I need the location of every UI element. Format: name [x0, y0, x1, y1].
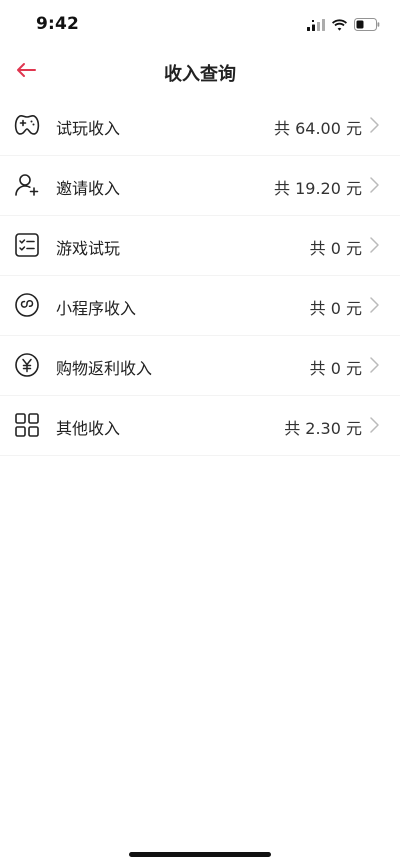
yuan-icon [14, 352, 40, 378]
income-item-label: 购物返利收入 [56, 359, 153, 378]
checklist-icon [14, 232, 40, 258]
gamepad-icon [14, 112, 40, 138]
chevron-right-icon [368, 237, 380, 253]
income-query-screen: 9:42 收入查询 试玩收入 共 64.00 元 邀请收入 共 19.20 元 … [0, 0, 400, 865]
chevron-right-icon [368, 417, 380, 433]
income-item-shopping-rebate[interactable]: 购物返利收入 共 0 元 [0, 336, 400, 396]
status-bar: 9:42 [0, 0, 400, 48]
income-item-label: 小程序收入 [56, 299, 137, 318]
income-item-mini-program[interactable]: 小程序收入 共 0 元 [0, 276, 400, 336]
page-title: 收入查询 [164, 64, 236, 85]
income-item-label: 试玩收入 [56, 119, 121, 138]
income-item-game-trial[interactable]: 游戏试玩 共 0 元 [0, 216, 400, 276]
income-item-trial-play[interactable]: 试玩收入 共 64.00 元 [0, 96, 400, 156]
grid-icon [14, 412, 40, 438]
income-list: 试玩收入 共 64.00 元 邀请收入 共 19.20 元 游戏试玩 共 0 元… [0, 96, 400, 456]
income-item-amount: 共 64.00 元 [274, 119, 362, 138]
header: 收入查询 [0, 48, 400, 96]
home-indicator[interactable] [129, 852, 271, 857]
wifi-icon [331, 16, 348, 35]
income-item-amount: 共 0 元 [309, 239, 362, 258]
income-item-invite[interactable]: 邀请收入 共 19.20 元 [0, 156, 400, 216]
income-item-other[interactable]: 其他收入 共 2.30 元 [0, 396, 400, 456]
signal-icon [307, 16, 325, 35]
chevron-right-icon [368, 357, 380, 373]
income-item-label: 邀请收入 [56, 179, 121, 198]
status-icons [307, 16, 380, 35]
income-item-amount: 共 0 元 [309, 299, 362, 318]
chevron-right-icon [368, 117, 380, 133]
chevron-right-icon [368, 297, 380, 313]
income-item-label: 其他收入 [56, 419, 121, 438]
user-add-icon [14, 172, 40, 198]
chevron-right-icon [368, 177, 380, 193]
income-item-label: 游戏试玩 [56, 239, 121, 258]
income-item-amount: 共 0 元 [309, 359, 362, 378]
status-time: 9:42 [36, 14, 80, 34]
income-item-amount: 共 19.20 元 [274, 179, 362, 198]
battery-icon [354, 16, 380, 35]
income-item-amount: 共 2.30 元 [284, 419, 362, 438]
mini-program-icon [14, 292, 40, 318]
